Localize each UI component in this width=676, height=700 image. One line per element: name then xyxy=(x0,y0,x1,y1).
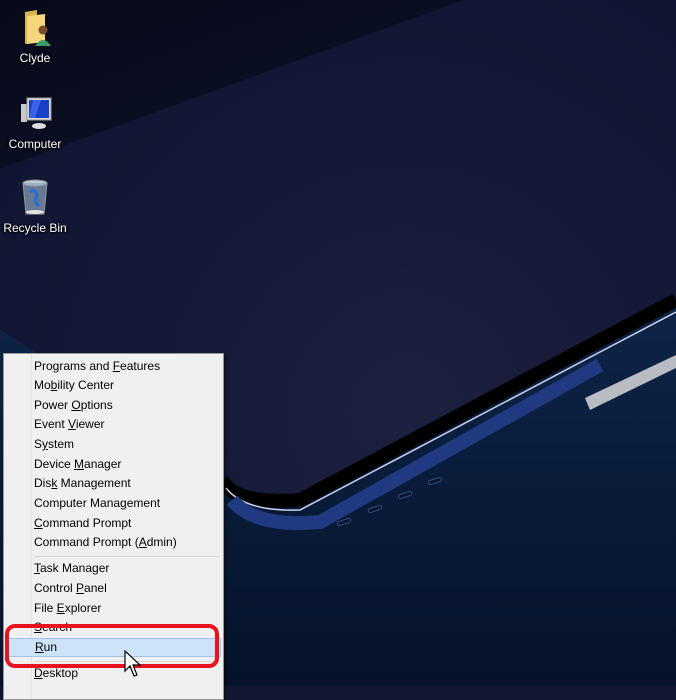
menu-item-search[interactable]: Search xyxy=(6,618,221,637)
accelerator-key: R xyxy=(35,640,44,654)
accelerator-key: b xyxy=(50,378,58,392)
menu-item-control-panel[interactable]: Control Panel xyxy=(6,579,221,598)
accelerator-key: O xyxy=(71,398,81,412)
accelerator-key: M xyxy=(74,457,85,471)
menu-item-run[interactable]: Run xyxy=(6,638,221,657)
menu-item-event-viewer[interactable]: Event Viewer xyxy=(6,415,221,434)
desktop-icon-recycle-bin[interactable]: Recycle Bin xyxy=(0,178,70,235)
user-folder-icon xyxy=(15,8,55,48)
accelerator-key: k xyxy=(51,476,58,490)
menu-item-power-options[interactable]: Power Options xyxy=(6,396,221,415)
menu-item-disk-management[interactable]: Disk Management xyxy=(6,474,221,493)
recycle-bin-icon xyxy=(15,178,55,218)
menu-item-file-explorer[interactable]: File Explorer xyxy=(6,599,221,618)
accelerator-key: A xyxy=(138,535,147,549)
desktop-icon-label: Clyde xyxy=(19,51,51,65)
menu-item-device-manager[interactable]: Device Manager xyxy=(6,455,221,474)
menu-item-computer-management[interactable]: Computer Management xyxy=(6,494,221,513)
accelerator-key: S xyxy=(34,620,43,634)
accelerator-key: P xyxy=(76,581,85,595)
desktop-icon-label: Computer xyxy=(8,137,62,151)
menu-item-system[interactable]: System xyxy=(6,435,221,454)
menu-item-command-prompt-admin[interactable]: Command Prompt (Admin) xyxy=(6,533,221,552)
mouse-cursor-icon xyxy=(124,650,142,677)
accelerator-key: T xyxy=(34,561,40,575)
menu-item-mobility-center[interactable]: Mobility Center xyxy=(6,376,221,395)
menu-item-programs-and-features[interactable]: Programs and Features xyxy=(6,357,221,376)
computer-icon xyxy=(15,94,55,134)
menu-item-task-manager[interactable]: Task Manager xyxy=(6,559,221,578)
desktop-icon-label: Recycle Bin xyxy=(3,221,67,235)
menu-separator xyxy=(34,556,219,557)
accelerator-key: C xyxy=(34,516,43,530)
menu-item-command-prompt[interactable]: Command Prompt xyxy=(6,514,221,533)
accelerator-key: F xyxy=(112,359,121,373)
accelerator-key: V xyxy=(68,417,76,431)
accelerator-key: g xyxy=(120,496,127,510)
menu-item-desktop[interactable]: Desktop xyxy=(6,664,221,683)
accelerator-key: E xyxy=(56,601,65,615)
accelerator-key: y xyxy=(42,437,49,451)
accelerator-key: D xyxy=(34,666,43,680)
desktop-icon-computer[interactable]: Computer xyxy=(0,94,70,151)
power-user-context-menu: Programs and Features Mobility Center Po… xyxy=(3,353,224,700)
desktop-icon-clyde[interactable]: Clyde xyxy=(0,8,70,65)
